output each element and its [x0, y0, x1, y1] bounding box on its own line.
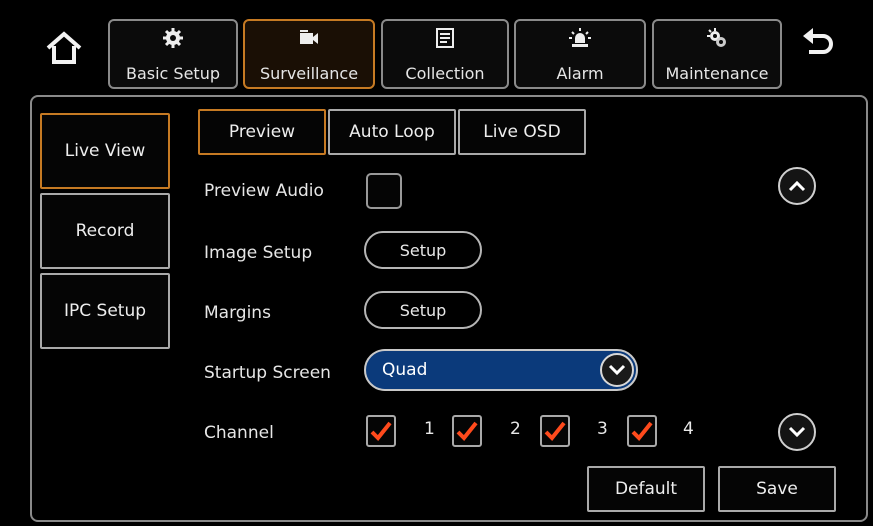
channel-4-checkbox[interactable] [627, 415, 657, 447]
scroll-down-button[interactable] [778, 413, 816, 451]
sidebar-item-live-view[interactable]: Live View [40, 113, 170, 189]
channel-3-checkbox[interactable] [540, 415, 570, 447]
checkmark-icon [631, 421, 653, 441]
chevron-down-icon [788, 426, 806, 438]
tab-label: Maintenance [665, 64, 769, 83]
top-navigation-bar: Basic Setup Surveillance Collection Alar… [0, 0, 873, 92]
margins-setup-button[interactable]: Setup [364, 291, 482, 329]
alarm-light-icon [569, 28, 591, 47]
tab-auto-loop[interactable]: Auto Loop [328, 109, 456, 155]
preview-audio-checkbox[interactable] [366, 173, 402, 209]
checkmark-icon [544, 421, 566, 441]
margins-label: Margins [204, 303, 271, 323]
tab-preview[interactable]: Preview [198, 109, 326, 155]
sidebar-item-ipc-setup[interactable]: IPC Setup [40, 273, 170, 349]
save-button[interactable]: Save [718, 466, 836, 512]
sidebar-item-label: IPC Setup [63, 301, 147, 321]
tab-live-osd[interactable]: Live OSD [458, 109, 586, 155]
startup-screen-value: Quad [382, 360, 428, 380]
gears-icon [707, 28, 726, 47]
tab-label: Collection [405, 64, 485, 83]
sidebar-item-label: Live View [64, 141, 146, 161]
chevron-down-icon [600, 353, 634, 387]
checkmark-icon [370, 421, 392, 441]
image-setup-button[interactable]: Setup [364, 231, 482, 269]
tab-label: Surveillance [259, 64, 359, 83]
channel-4-number: 4 [683, 419, 694, 439]
tab-alarm[interactable]: Alarm [514, 19, 646, 89]
tab-label: Alarm [556, 64, 604, 83]
sidebar-item-record[interactable]: Record [40, 193, 170, 269]
home-icon [46, 31, 82, 64]
camera-icon [300, 30, 318, 44]
tab-surveillance[interactable]: Surveillance [243, 19, 375, 89]
sidebar-item-label: Record [75, 221, 135, 241]
checkmark-icon [456, 421, 478, 441]
scroll-up-button[interactable] [778, 167, 816, 205]
tab-collection[interactable]: Collection [381, 19, 509, 89]
channel-1-number: 1 [424, 419, 435, 439]
subtab-label: Preview [228, 122, 296, 142]
home-button[interactable] [38, 22, 90, 74]
startup-screen-select[interactable]: Quad [364, 349, 638, 391]
channel-label: Channel [204, 423, 274, 443]
channel-3-number: 3 [597, 419, 608, 439]
subtab-label: Auto Loop [349, 122, 435, 142]
settings-panel: Live View Record IPC Setup Preview Auto … [30, 95, 868, 522]
tab-label: Basic Setup [125, 64, 220, 83]
image-setup-label: Image Setup [204, 243, 313, 263]
tab-maintenance[interactable]: Maintenance [652, 19, 782, 89]
chevron-up-icon [788, 180, 806, 192]
back-button[interactable] [793, 18, 845, 70]
channel-2-number: 2 [510, 419, 521, 439]
default-button[interactable]: Default [587, 466, 705, 512]
subtab-label: Live OSD [483, 122, 561, 142]
channel-1-checkbox[interactable] [366, 415, 396, 447]
channel-2-checkbox[interactable] [452, 415, 482, 447]
preview-audio-label: Preview Audio [204, 181, 324, 201]
back-arrow-icon [803, 28, 833, 54]
startup-screen-label: Startup Screen [204, 363, 331, 383]
folder-icon [436, 28, 454, 48]
tab-basic-setup[interactable]: Basic Setup [108, 19, 238, 89]
gear-icon [163, 28, 183, 48]
